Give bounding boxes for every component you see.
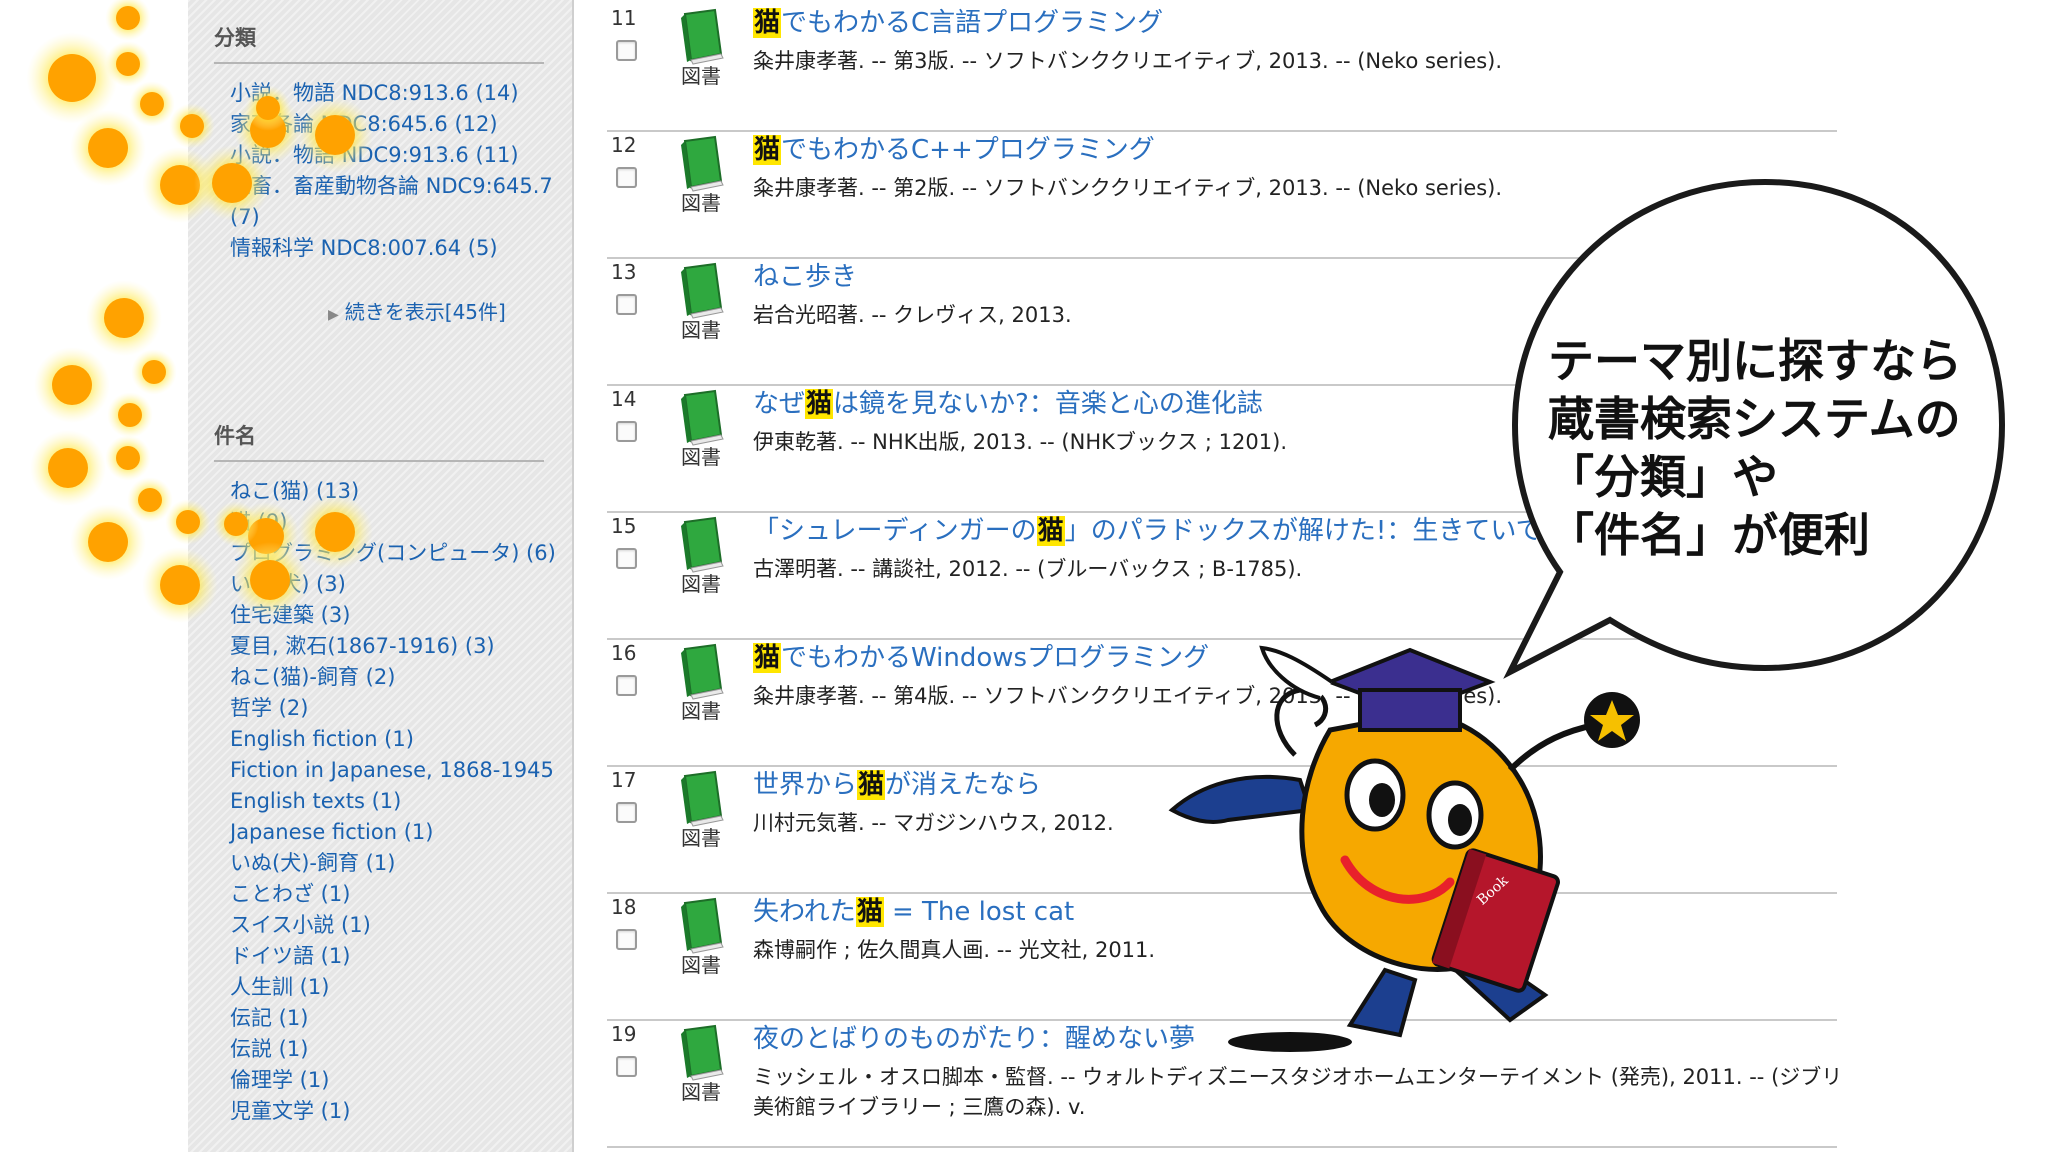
callout-line: テーマ別に探すなら <box>1548 334 1962 388</box>
mascot-shadow <box>1228 1032 1352 1052</box>
callout-line: 蔵書検索システムの <box>1548 392 1961 446</box>
callout-line: 「件名」が便利 <box>1548 508 1870 562</box>
callout-text: テーマ別に探すなら 蔵書検索システムの 「分類」や 「件名」が便利 <box>1548 332 2018 564</box>
speech-bubble <box>1503 178 2006 679</box>
callout-line: 「分類」や <box>1548 450 1778 504</box>
mascot-illustration: Book <box>1168 645 1640 1052</box>
